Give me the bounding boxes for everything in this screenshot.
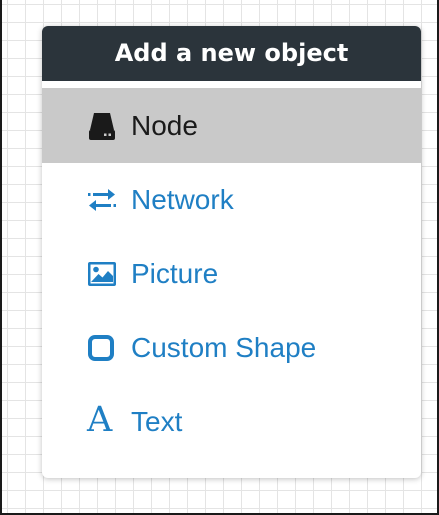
menu-divider (42, 81, 421, 88)
hdd-icon (87, 110, 131, 142)
picture-icon (87, 258, 131, 290)
square-outline-icon (87, 332, 131, 364)
text-a-icon: A (87, 399, 113, 440)
menu-item-label: Text (131, 406, 183, 437)
menu-item-label: Network (131, 184, 234, 215)
menu-item-picture[interactable]: Picture (42, 237, 421, 311)
grid-canvas: Add a new object Node Network Picture Cu… (0, 0, 439, 515)
menu-item-label: Node (131, 109, 198, 141)
menu-item-node[interactable]: Node (42, 88, 421, 163)
menu-item-label: Picture (131, 258, 219, 289)
menu-item-label: Custom Shape (131, 332, 317, 363)
menu-item-text[interactable]: A Text (42, 385, 421, 459)
add-object-menu: Add a new object Node Network Picture Cu… (42, 26, 421, 478)
menu-item-network[interactable]: Network (42, 163, 421, 237)
menu-item-custom-shape[interactable]: Custom Shape (42, 311, 421, 385)
exchange-icon (87, 184, 131, 216)
menu-title: Add a new object (42, 26, 421, 81)
